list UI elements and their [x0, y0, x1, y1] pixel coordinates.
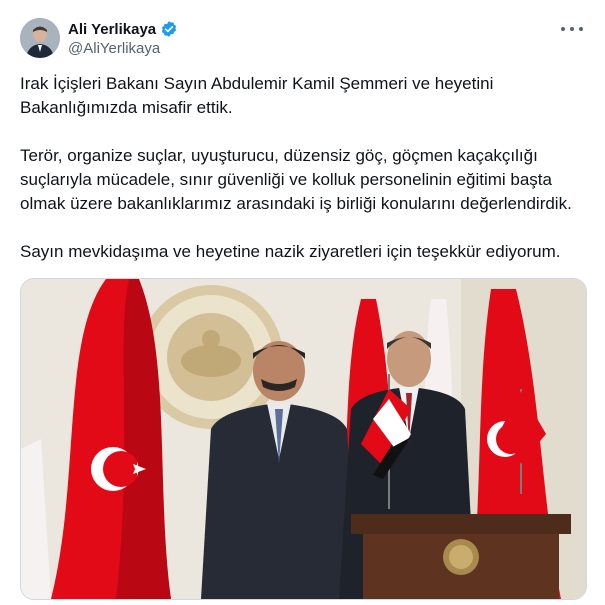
display-name[interactable]: Ali Yerlikaya: [68, 21, 156, 38]
tweet-photo[interactable]: [20, 278, 587, 600]
tweet-paragraph-2: Terör, organize suçlar, uyuşturucu, düze…: [20, 146, 572, 213]
verified-badge-icon: [160, 20, 178, 38]
tweet: Ali Yerlikaya @AliYerlikaya Irak İçişler…: [0, 0, 605, 605]
name-row: Ali Yerlikaya: [68, 20, 178, 38]
tweet-text: Irak İçişleri Bakanı Sayın Abdulemir Kam…: [20, 72, 590, 288]
tweet-paragraph-1: Irak İçişleri Bakanı Sayın Abdulemir Kam…: [20, 74, 494, 117]
more-icon[interactable]: [561, 20, 583, 38]
handle[interactable]: @AliYerlikaya: [68, 40, 160, 57]
avatar[interactable]: [20, 18, 60, 58]
tweet-paragraph-3: Sayın mevkidaşıma ve heyetine nazik ziya…: [20, 242, 561, 261]
photo-illustration: [21, 279, 586, 599]
podium: [351, 514, 571, 599]
